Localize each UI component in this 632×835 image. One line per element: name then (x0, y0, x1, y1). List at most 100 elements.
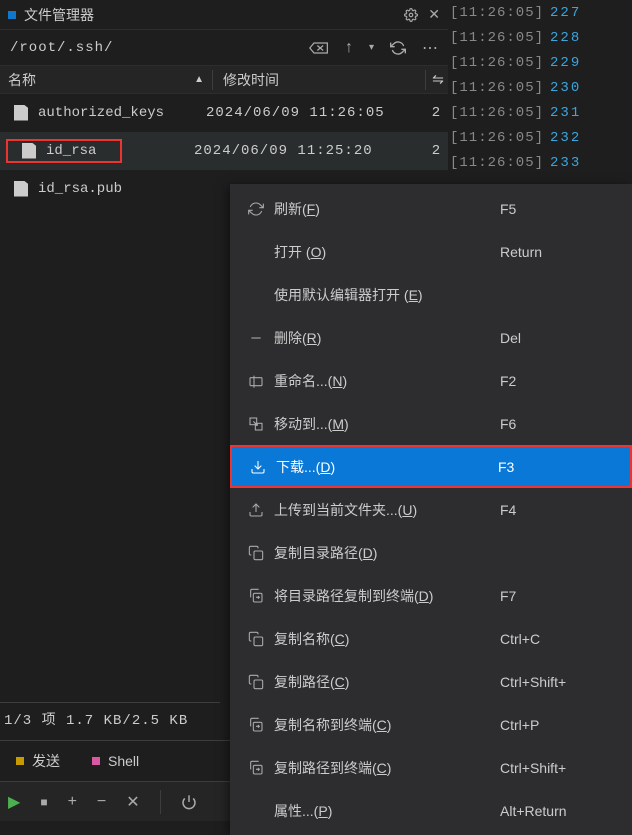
menu-item-label: 复制名称到终端(C) (274, 715, 500, 735)
terminal-timestamp: [11:26:05] (450, 55, 544, 71)
minus-icon (238, 330, 274, 346)
status-bar: 1/3 项 1.7 KB/2.5 KB (0, 702, 220, 735)
column-name-header[interactable]: 名称 ▲ (0, 70, 210, 90)
stop-icon[interactable]: ■ (40, 795, 47, 809)
terminal-line-number: 229 (550, 55, 581, 71)
terminal-line: [11:26:05] 230 (450, 75, 632, 100)
current-path[interactable]: /root/.ssh/ (10, 40, 309, 56)
plus-icon[interactable]: + (68, 793, 77, 811)
menu-item-label: 上传到当前文件夹...(U) (274, 500, 500, 520)
column-extra-header[interactable]: ⇋ (428, 71, 448, 88)
terminal-line-number: 233 (550, 155, 581, 171)
menu-item-label: 复制路径到终端(C) (274, 758, 500, 778)
file-mtime: 2024/06/09 11:26:05 (206, 105, 424, 121)
menu-item[interactable]: 上传到当前文件夹...(U)F4 (230, 488, 632, 531)
column-mtime-header[interactable]: 修改时间 (215, 70, 423, 90)
terminal-line-number: 231 (550, 105, 581, 121)
menu-item-shortcut: Ctrl+Shift+ (500, 760, 624, 776)
minus-icon[interactable]: − (97, 793, 106, 811)
menu-item[interactable]: 删除(R)Del (230, 316, 632, 359)
close-icon[interactable]: ✕ (126, 792, 139, 812)
path-bar: /root/.ssh/ ↑ ▾ ⋯ (0, 30, 448, 66)
tabs-bar: 发送 Shell (0, 740, 230, 781)
tab-indicator-icon (16, 757, 24, 765)
menu-item[interactable]: 复制目录路径(D) (230, 531, 632, 574)
terminal-line: [11:26:05] 227 (450, 0, 632, 25)
terminal-line: [11:26:05] 231 (450, 100, 632, 125)
menu-item-shortcut: F6 (500, 416, 624, 432)
panel-header: 文件管理器 ✕ (0, 0, 448, 30)
up-arrow-icon[interactable]: ↑ (345, 39, 353, 57)
gear-icon[interactable] (404, 8, 418, 22)
menu-item-shortcut: F4 (500, 502, 624, 518)
menu-item-shortcut: F3 (498, 459, 622, 475)
menu-item[interactable]: 属性...(P)Alt+Return (230, 789, 632, 832)
close-icon[interactable]: ✕ (428, 6, 440, 23)
menu-item[interactable]: 复制名称(C)Ctrl+C (230, 617, 632, 660)
power-icon[interactable] (181, 794, 197, 810)
menu-item-label: 复制名称(C) (274, 629, 500, 649)
menu-item-shortcut: F7 (500, 588, 624, 604)
menu-item[interactable]: 移动到...(M)F6 (230, 402, 632, 445)
menu-item-shortcut: Ctrl+Shift+ (500, 674, 624, 690)
menu-item[interactable]: 刷新(F)F5 (230, 187, 632, 230)
copyto-icon (238, 588, 274, 604)
menu-item-label: 打开 (O) (274, 242, 500, 262)
menu-item-label: 移动到...(M) (274, 414, 500, 434)
menu-item-label: 复制目录路径(D) (274, 543, 500, 563)
menu-item-label: 删除(R) (274, 328, 500, 348)
menu-item[interactable]: 使用默认编辑器打开 (E) (230, 273, 632, 316)
terminal-line-number: 230 (550, 80, 581, 96)
terminal-output: [11:26:05]227[11:26:05]228[11:26:05]229[… (450, 0, 632, 180)
menu-item-shortcut: Del (500, 330, 624, 346)
copy-icon (238, 631, 274, 647)
refresh-icon (238, 201, 274, 217)
menu-item-shortcut: Ctrl+P (500, 717, 624, 733)
terminal-timestamp: [11:26:05] (450, 30, 544, 46)
menu-item-label: 下载...(D) (276, 457, 498, 477)
menu-item[interactable]: 打开 (O)Return (230, 230, 632, 273)
terminal-line: [11:26:05]233 (450, 150, 632, 175)
terminal-line-number: 232 (550, 130, 581, 146)
file-name: authorized_keys (38, 105, 164, 121)
refresh-icon[interactable] (390, 40, 406, 56)
menu-item[interactable]: 复制名称到终端(C)Ctrl+P (230, 703, 632, 746)
tab-send[interactable]: 发送 (0, 741, 76, 781)
menu-item[interactable]: 复制路径(C)Ctrl+Shift+ (230, 660, 632, 703)
file-mtime: 2024/06/09 11:25:20 (194, 143, 424, 159)
file-row[interactable]: id_rsa2024/06/09 11:25:202 (0, 132, 448, 170)
play-icon[interactable]: ▶ (8, 792, 20, 812)
moveto-icon (238, 416, 274, 432)
tab-shell[interactable]: Shell (76, 741, 155, 781)
file-row[interactable]: authorized_keys 2024/06/09 11:26:052 (0, 94, 448, 132)
menu-item-shortcut: Return (500, 244, 624, 260)
copyto-icon (238, 717, 274, 733)
terminal-timestamp: [11:26:05] (450, 105, 544, 121)
menu-item-shortcut: Alt+Return (500, 803, 624, 819)
menu-item-shortcut: Ctrl+C (500, 631, 624, 647)
columns-header: 名称 ▲ 修改时间 ⇋ (0, 66, 448, 94)
file-extra-cell: 2 (424, 105, 448, 121)
more-icon[interactable]: ⋯ (422, 38, 438, 58)
file-icon (14, 105, 28, 121)
menu-item[interactable]: 复制路径到终端(C)Ctrl+Shift+ (230, 746, 632, 789)
chevron-down-icon[interactable]: ▾ (369, 42, 374, 53)
menu-item-label: 属性...(P) (274, 801, 500, 821)
menu-item[interactable]: 下载...(D)F3 (230, 445, 632, 488)
menu-item-shortcut: F2 (500, 373, 624, 389)
terminal-timestamp: [11:26:05] (450, 80, 544, 96)
menu-item[interactable]: 将目录路径复制到终端(D)F7 (230, 574, 632, 617)
file-extra-cell: 2 (424, 143, 448, 159)
panel-indicator-icon (8, 11, 16, 19)
terminal-line: [11:26:05]228 (450, 25, 632, 50)
menu-item-label: 刷新(F) (274, 199, 500, 219)
terminal-line-number: 227 (550, 5, 581, 21)
terminal-line: [11:26:05]232 (450, 125, 632, 150)
file-name: id_rsa.pub (38, 181, 122, 197)
menu-item[interactable]: 重命名...(N)F2 (230, 359, 632, 402)
terminal-line: [11:26:05] 229 (450, 50, 632, 75)
terminal-timestamp: [11:26:05] (450, 5, 544, 21)
menu-item-label: 将目录路径复制到终端(D) (274, 586, 500, 606)
menu-item-label: 使用默认编辑器打开 (E) (274, 285, 500, 305)
clear-path-icon[interactable] (309, 41, 329, 55)
